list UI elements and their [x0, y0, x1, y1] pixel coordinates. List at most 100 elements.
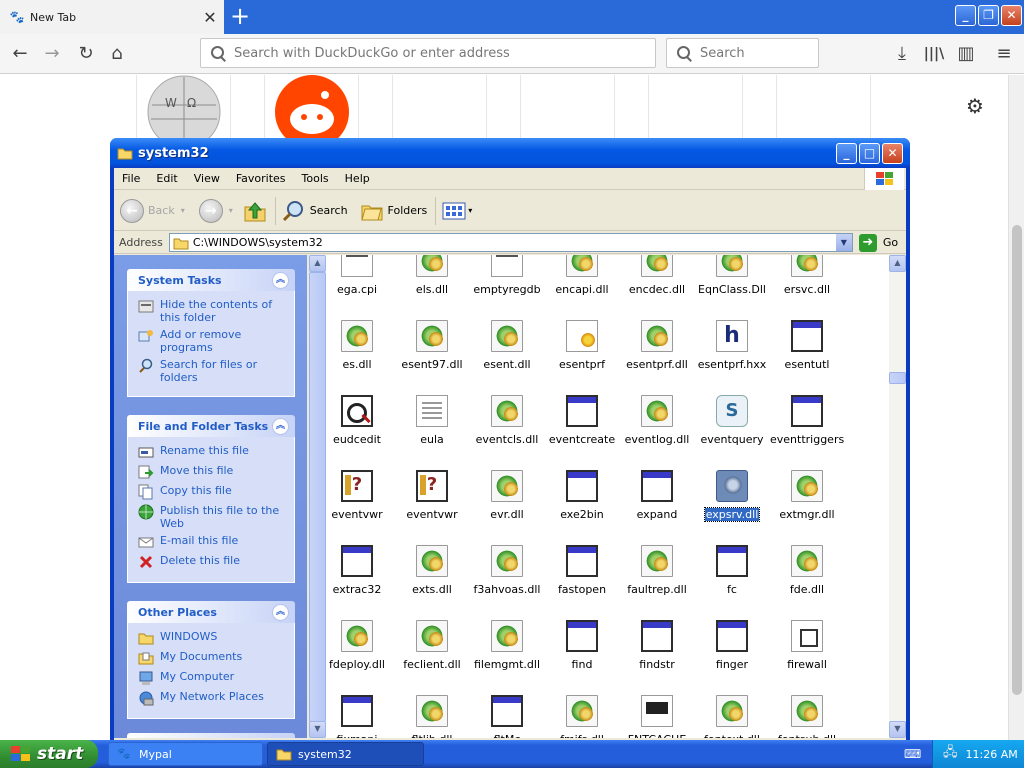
file-item[interactable]: exts.dll: [394, 545, 470, 615]
file-item[interactable]: extmgr.dll: [769, 470, 845, 540]
file-item[interactable]: eventlog.dll: [619, 395, 695, 465]
file-item[interactable]: faultrep.dll: [619, 545, 695, 615]
file-item[interactable]: evr.dll: [469, 470, 545, 540]
taskbar-item-system32[interactable]: system32: [267, 742, 424, 766]
menu-favorites[interactable]: Favorites: [228, 172, 294, 185]
reddit-tile[interactable]: [264, 75, 359, 149]
scrollbar-thumb[interactable]: [1012, 225, 1022, 695]
task-move-file[interactable]: Move this file: [138, 464, 286, 480]
file-item[interactable]: fontext.dll: [694, 695, 770, 738]
file-item[interactable]: fixmapi: [319, 695, 395, 738]
url-bar[interactable]: Search with DuckDuckGo or enter address: [200, 38, 656, 68]
task-delete-file[interactable]: Delete this file: [138, 554, 286, 570]
browser-restore-button[interactable]: ❐: [978, 5, 999, 26]
file-item[interactable]: firewall: [769, 620, 845, 690]
task-rename-file[interactable]: Rename this file: [138, 444, 286, 460]
collapse-chevron-icon[interactable]: ︽: [272, 603, 289, 621]
file-item[interactable]: els.dll: [394, 255, 470, 315]
file-item[interactable]: ega.cpi: [319, 255, 395, 315]
place-my-network-places[interactable]: My Network Places: [138, 690, 286, 706]
file-item[interactable]: fltlib.dll: [394, 695, 470, 738]
place-my-computer[interactable]: My Computer: [138, 670, 286, 686]
dropdown-arrow-icon[interactable]: ▾: [229, 206, 233, 215]
file-item[interactable]: expsrv.dll: [694, 470, 770, 540]
top-site-tile[interactable]: [392, 75, 487, 140]
file-item[interactable]: emptyregdb: [469, 255, 545, 315]
scroll-up-icon[interactable]: ▲: [889, 255, 906, 272]
back-button[interactable]: ← Back ▾: [120, 198, 185, 223]
tab-new-tab[interactable]: 🐾 New Tab ✕: [0, 0, 224, 34]
close-tab-icon[interactable]: ✕: [200, 8, 220, 27]
other-places-header[interactable]: Other Places ︽: [127, 601, 295, 623]
menu-help[interactable]: Help: [337, 172, 378, 185]
home-icon[interactable]: ⌂: [103, 40, 131, 68]
file-item[interactable]: feclient.dll: [394, 620, 470, 690]
scrollbar-thumb[interactable]: [309, 272, 326, 722]
menu-hamburger-icon[interactable]: ≡: [990, 40, 1018, 68]
keyboard-icon[interactable]: ⌨: [904, 747, 921, 761]
back-arrow-icon[interactable]: ←: [6, 40, 34, 68]
file-item[interactable]: h esentprf.hxx: [694, 320, 770, 390]
file-item[interactable]: find: [544, 620, 620, 690]
reload-icon[interactable]: ↻: [72, 40, 100, 68]
file-item[interactable]: encdec.dll: [619, 255, 695, 315]
file-item[interactable]: ersvc.dll: [769, 255, 845, 315]
collapse-chevron-icon[interactable]: ︽: [272, 271, 289, 289]
system-tasks-header[interactable]: System Tasks ︽: [127, 269, 295, 291]
new-tab-button[interactable]: +: [226, 2, 254, 32]
maximize-button[interactable]: □: [859, 143, 880, 164]
file-item[interactable]: finger: [694, 620, 770, 690]
forward-arrow-icon[interactable]: →: [38, 40, 66, 68]
address-field[interactable]: C:\WINDOWS\system32 ▼: [168, 233, 853, 252]
top-site-tile[interactable]: [776, 75, 871, 140]
file-item[interactable]: fmifs.dll: [544, 695, 620, 738]
search-button[interactable]: Search: [282, 199, 348, 223]
file-item[interactable]: fde.dll: [769, 545, 845, 615]
file-folder-tasks-header[interactable]: File and Folder Tasks ︽: [127, 415, 295, 437]
up-folder-button[interactable]: [243, 199, 267, 223]
vertical-scrollbar[interactable]: ▲ ▼: [889, 255, 906, 738]
place-my-documents[interactable]: My Documents: [138, 650, 286, 666]
menu-edit[interactable]: Edit: [148, 172, 185, 185]
folders-button[interactable]: Folders: [360, 200, 427, 222]
file-item[interactable]: esentprf: [544, 320, 620, 390]
wikipedia-tile[interactable]: W Ω: [136, 75, 231, 149]
top-site-tile[interactable]: [520, 75, 615, 140]
file-item[interactable]: filemgmt.dll: [469, 620, 545, 690]
file-item[interactable]: exe2bin: [544, 470, 620, 540]
close-button[interactable]: ✕: [882, 143, 903, 164]
details-panel-header[interactable]: [127, 733, 295, 738]
file-item[interactable]: fdeploy.dll: [319, 620, 395, 690]
file-item[interactable]: FNTCACHE: [619, 695, 695, 738]
dropdown-arrow-icon[interactable]: ▾: [181, 206, 185, 215]
scroll-down-icon[interactable]: ▼: [309, 721, 326, 738]
gear-icon[interactable]: ⚙: [966, 94, 984, 118]
file-item[interactable]: esentprf.dll: [619, 320, 695, 390]
scrollbar-thumb[interactable]: [889, 372, 906, 384]
task-publish-to-web[interactable]: Publish this file to the Web: [138, 504, 286, 530]
file-item[interactable]: esent97.dll: [394, 320, 470, 390]
taskbar-item-mypal[interactable]: 🐾 Mypal: [108, 742, 263, 766]
file-item[interactable]: findstr: [619, 620, 695, 690]
page-scrollbar[interactable]: [1008, 75, 1024, 740]
tray-network-icon[interactable]: 🖧: [943, 743, 958, 765]
menu-tools[interactable]: Tools: [294, 172, 337, 185]
file-item[interactable]: eventcreate: [544, 395, 620, 465]
scroll-up-icon[interactable]: ▲: [309, 255, 326, 272]
file-item[interactable]: eventvwr: [394, 470, 470, 540]
library-icon[interactable]: |||\: [920, 40, 948, 68]
chevron-down-icon[interactable]: ▼: [835, 234, 852, 251]
file-item[interactable]: eudcedit: [319, 395, 395, 465]
task-hide-folder-contents[interactable]: Hide the contents of this folder: [138, 298, 286, 324]
scroll-down-icon[interactable]: ▼: [889, 721, 906, 738]
file-item[interactable]: eventvwr: [319, 470, 395, 540]
place-windows[interactable]: WINDOWS: [138, 630, 286, 646]
browser-minimize-button[interactable]: _: [955, 5, 976, 26]
task-add-remove-programs[interactable]: Add or remove programs: [138, 328, 286, 354]
file-item[interactable]: eventquery: [694, 395, 770, 465]
task-email-file[interactable]: E-mail this file: [138, 534, 286, 550]
file-item[interactable]: EqnClass.Dll: [694, 255, 770, 315]
file-item[interactable]: fontsub.dll: [769, 695, 845, 738]
file-item[interactable]: f3ahvoas.dll: [469, 545, 545, 615]
file-item[interactable]: eventtriggers: [769, 395, 845, 465]
